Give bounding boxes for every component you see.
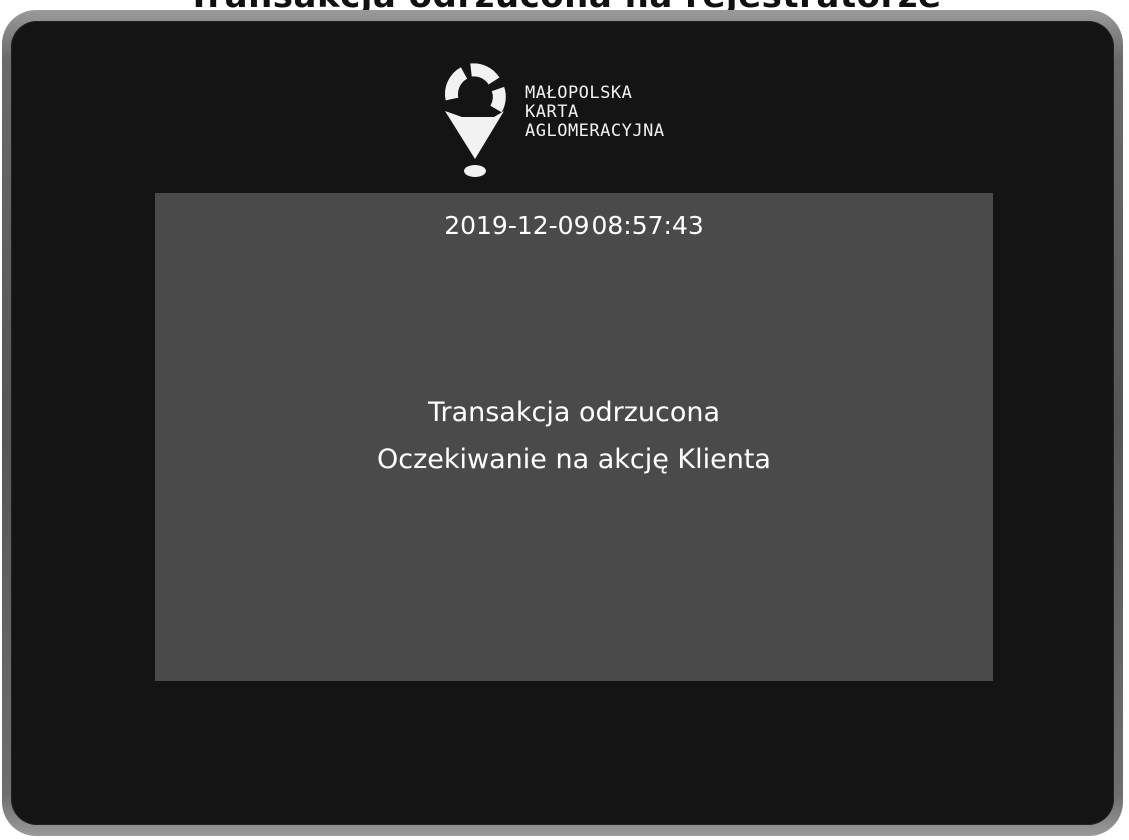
logo-line-3: AGLOMERACYJNA <box>525 121 665 141</box>
logo-line-2: KARTA <box>525 102 579 122</box>
status-message: Transakcja odrzucona Oczekiwanie na akcj… <box>155 389 993 483</box>
logo-line-1: MAŁOPOLSKA <box>525 83 633 103</box>
timestamp-time: 08:57:43 <box>591 211 704 240</box>
mka-logo: MAŁOPOLSKA KARTA AGLOMERACYJNA <box>438 59 738 189</box>
status-message-line-2: Oczekiwanie na akcję Klienta <box>377 444 771 475</box>
status-message-line-1: Transakcja odrzucona <box>427 397 721 428</box>
terminal-frame: MAŁOPOLSKA KARTA AGLOMERACYJNA 2019-12-0… <box>2 10 1123 836</box>
terminal-screen: 2019-12-0908:57:43 Transakcja odrzucona … <box>155 193 993 681</box>
timestamp: 2019-12-0908:57:43 <box>155 211 993 240</box>
logo-wordmark: MAŁOPOLSKA KARTA AGLOMERACYJNA <box>525 84 665 141</box>
terminal-bezel: MAŁOPOLSKA KARTA AGLOMERACYJNA 2019-12-0… <box>11 21 1114 825</box>
timestamp-date: 2019-12-09 <box>444 211 590 240</box>
location-pin-logo-icon <box>445 63 506 177</box>
